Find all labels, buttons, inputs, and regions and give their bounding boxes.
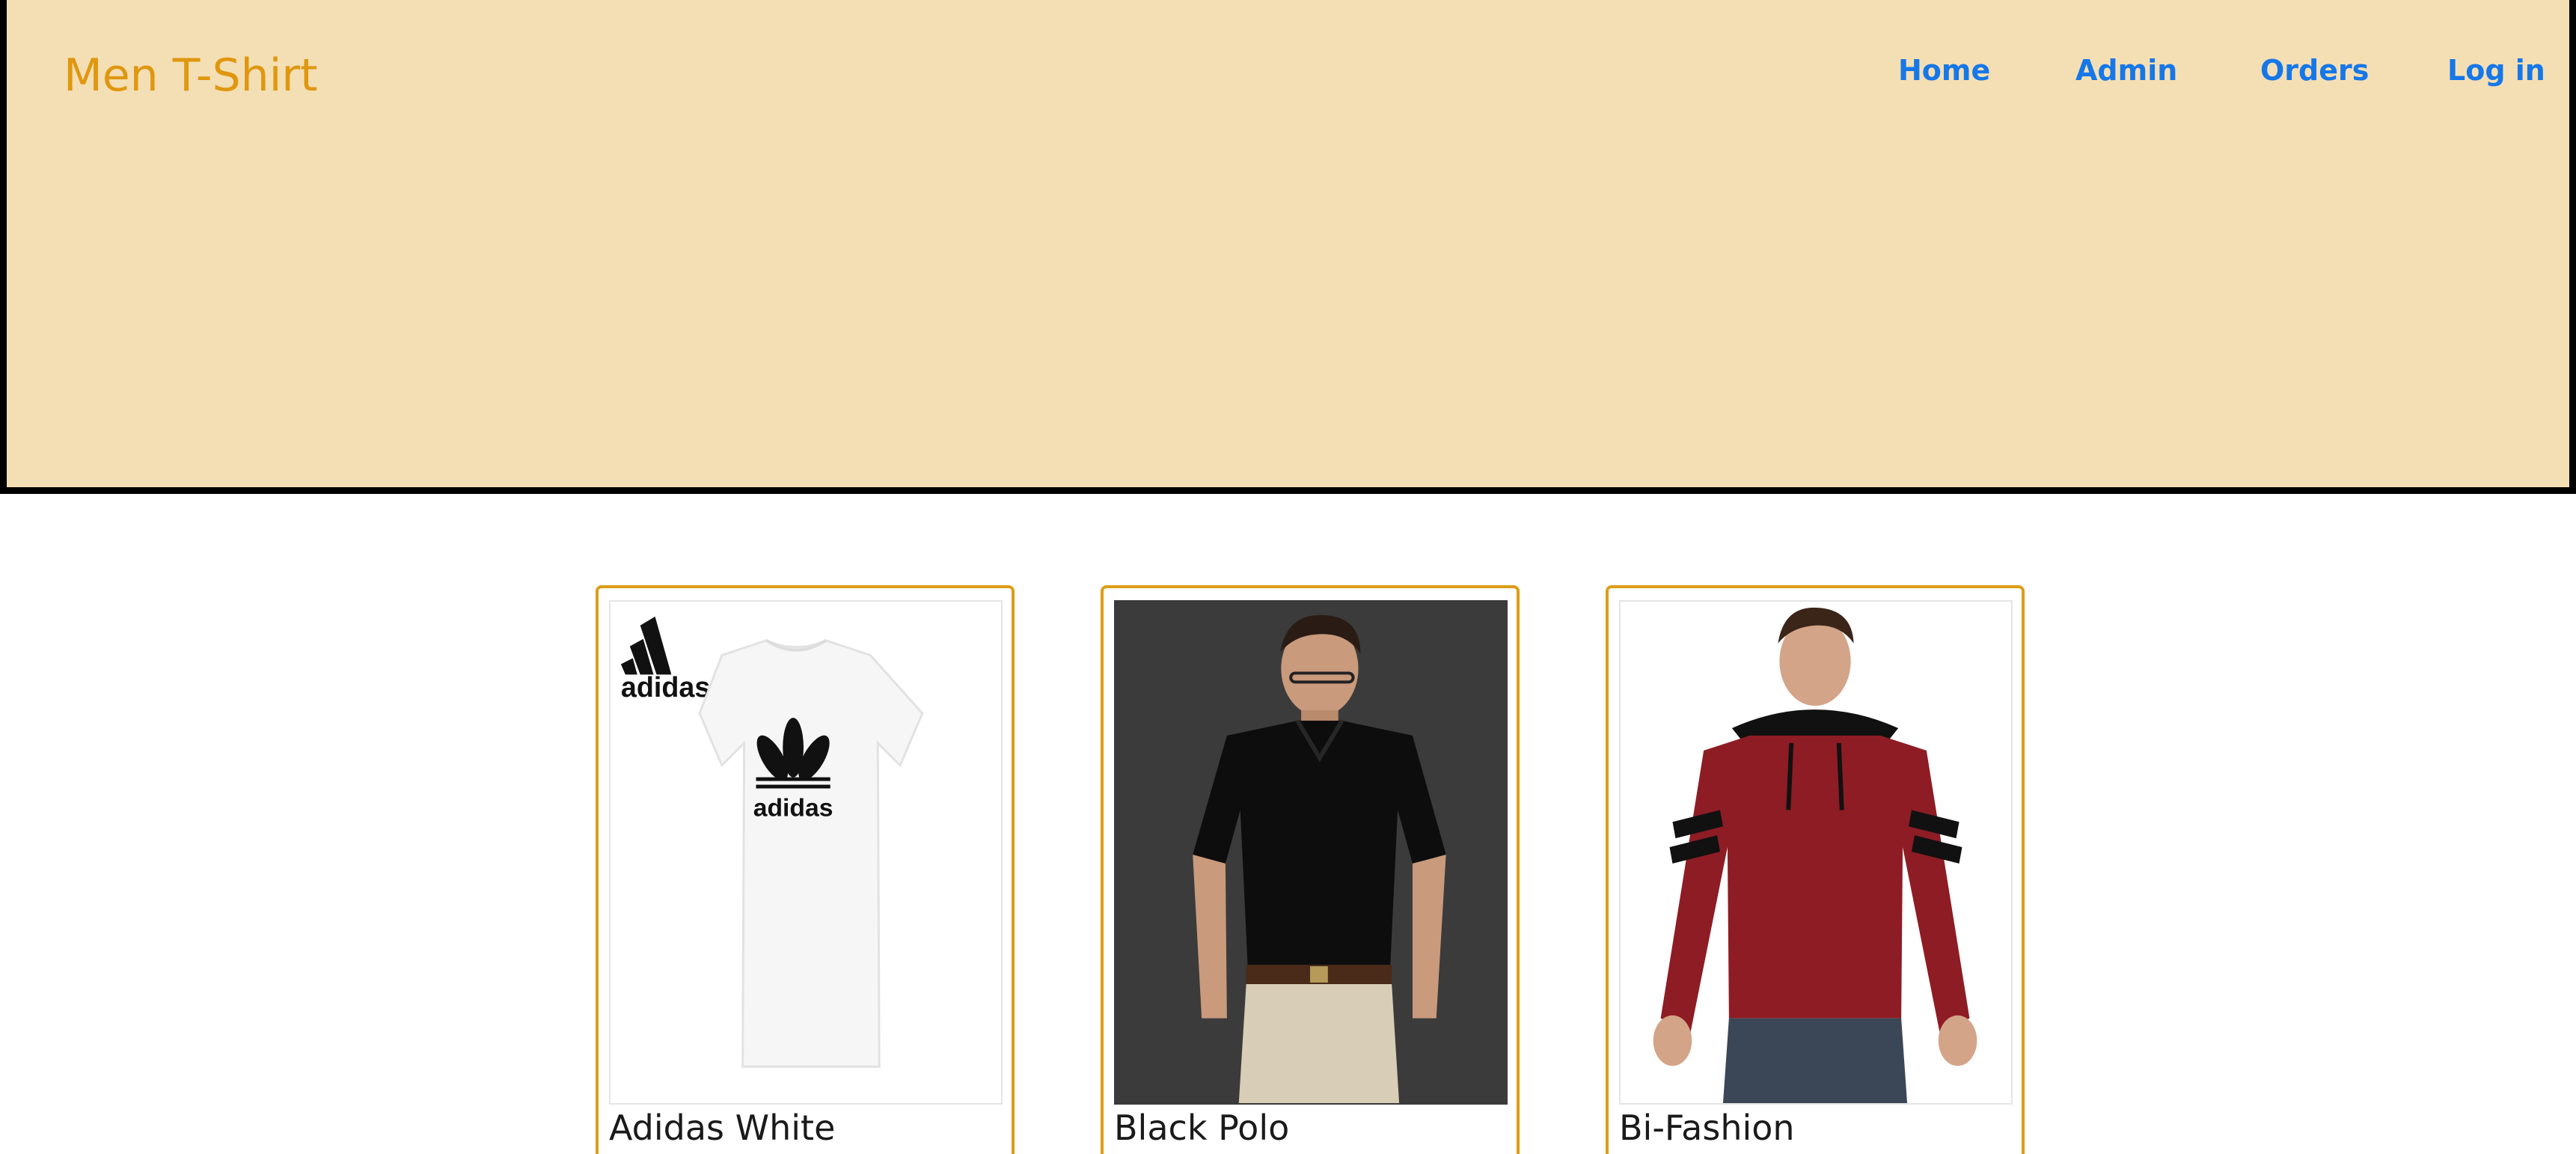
site-header: Men T-Shirt Home Admin Orders Log in <box>0 0 2576 494</box>
nav-link-home[interactable]: Home <box>1898 54 1990 87</box>
main-nav: Home Admin Orders Log in <box>7 54 2576 99</box>
product-image-black-polo[interactable] <box>1114 600 1508 1105</box>
adidas-print-text: adidas <box>753 793 833 822</box>
product-image-adidas-white[interactable]: adidas adidas <box>609 600 1003 1105</box>
black-polo-image <box>1116 602 1506 1103</box>
white-tshirt-image: adidas adidas <box>611 602 1001 1103</box>
nav-link-admin[interactable]: Admin <box>2075 54 2177 87</box>
product-title[interactable]: Bi-Fashion <box>1619 1108 1795 1148</box>
product-image-bi-fashion[interactable] <box>1619 600 2013 1105</box>
nav-link-login[interactable]: Log in <box>2447 54 2545 87</box>
product-title[interactable]: Black Polo <box>1114 1108 1289 1148</box>
nav-link-orders[interactable]: Orders <box>2260 54 2369 87</box>
product-title[interactable]: Adidas White <box>609 1108 835 1148</box>
product-card[interactable]: adidas adidas Adidas White <box>596 585 1015 1154</box>
maroon-hoodie-image <box>1621 602 2011 1103</box>
adidas-logo-text: adidas <box>621 671 710 703</box>
product-card[interactable]: Bi-Fashion <box>1606 585 2025 1154</box>
product-card[interactable]: Black Polo <box>1101 585 1520 1154</box>
